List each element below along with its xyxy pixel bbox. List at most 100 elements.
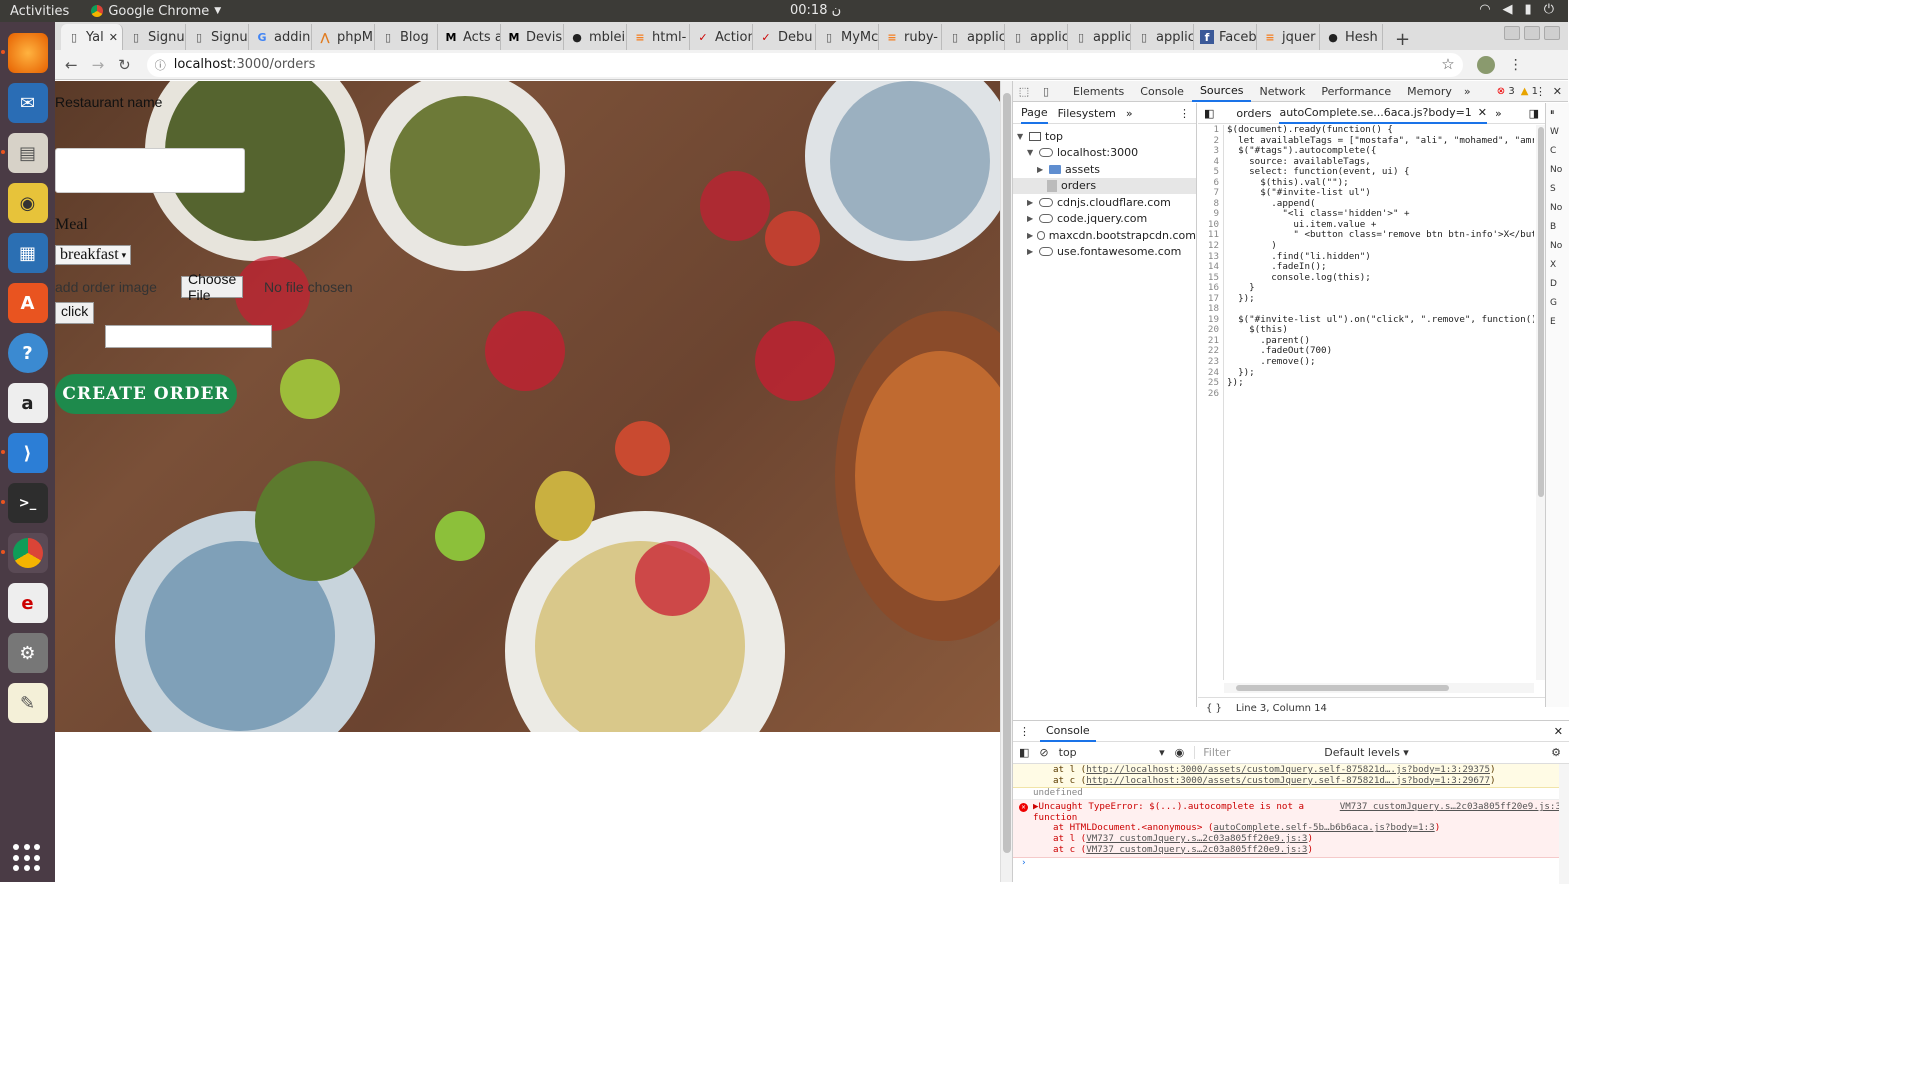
stack-link[interactable]: VM737 customJquery.s…2c03a805ff20e9.js:3 xyxy=(1086,833,1307,844)
sidebar-section[interactable]: No xyxy=(1546,236,1569,255)
thunderbird-icon[interactable]: ✉ xyxy=(7,83,48,123)
browser-tab[interactable]: ● Hesh xyxy=(1320,24,1383,50)
tags-input[interactable] xyxy=(105,325,272,348)
browser-tab[interactable]: ▯ Blog xyxy=(375,24,438,50)
sidebar-section[interactable]: X xyxy=(1546,255,1569,274)
context-select[interactable]: top ▾ xyxy=(1059,746,1165,759)
pretty-print-icon[interactable]: { } xyxy=(1206,703,1222,714)
line-number[interactable]: 1 xyxy=(1198,125,1219,136)
text-editor-icon[interactable]: ✎ xyxy=(7,683,48,723)
tree-item-orders[interactable]: orders xyxy=(1013,177,1196,194)
more-tabs-icon[interactable]: » xyxy=(1495,107,1502,120)
minimize-button[interactable] xyxy=(1504,26,1520,40)
browser-tab[interactable]: ✓ Action xyxy=(690,24,753,50)
eye-icon[interactable]: ◉ xyxy=(1175,746,1185,759)
stack-link[interactable]: http://localhost:3000/assets/customJquer… xyxy=(1086,775,1490,786)
create-order-button[interactable]: CREATE ORDER xyxy=(55,374,237,414)
devtools-menu-icon[interactable]: ⋮ xyxy=(1535,85,1546,98)
page-scrollbar[interactable] xyxy=(1000,81,1012,882)
inspect-icon[interactable]: ⬚ xyxy=(1013,85,1035,98)
browser-tab[interactable]: Gaddin xyxy=(249,24,312,50)
click-button[interactable]: click xyxy=(55,302,95,324)
sidebar-section[interactable]: No xyxy=(1546,198,1569,217)
app-menu[interactable]: Google Chrome ▼ xyxy=(91,4,221,19)
tree-item-bootstrap[interactable]: ▶ maxcdn.bootstrapcdn.com xyxy=(1013,227,1196,244)
pdf-viewer-icon[interactable]: e xyxy=(7,583,48,623)
vscode-icon[interactable]: ⟩ xyxy=(0,433,48,473)
stack-link[interactable]: autoComplete.self-5b…b6b6aca.js?body=1:3 xyxy=(1213,822,1434,834)
browser-tab[interactable]: ● mblei xyxy=(564,24,627,50)
panel-tab-network[interactable]: Network xyxy=(1251,81,1313,102)
editor-hscrollbar[interactable] xyxy=(1224,683,1534,693)
close-drawer-icon[interactable]: ✕ xyxy=(1554,725,1563,738)
sidebar-toggle-icon[interactable]: ◧ xyxy=(1019,746,1029,759)
browser-tab[interactable]: ≡ jquer xyxy=(1257,24,1320,50)
panel-tab-performance[interactable]: Performance xyxy=(1313,81,1399,102)
back-icon[interactable]: ← xyxy=(65,56,78,74)
writer-icon[interactable]: ▦ xyxy=(7,233,48,273)
line-number[interactable]: 12 xyxy=(1198,240,1219,252)
panel-tab-elements[interactable]: Elements xyxy=(1065,81,1132,102)
line-number[interactable]: 26 xyxy=(1198,388,1219,400)
panel-tab-console[interactable]: Console xyxy=(1132,81,1192,102)
browser-tab[interactable]: M Acts a xyxy=(438,24,501,50)
sidebar-section[interactable]: B xyxy=(1546,217,1569,236)
editor-tab-autocomplete[interactable]: autoComplete.se...6aca.js?body=1 ✕ xyxy=(1279,102,1488,124)
stack-link[interactable]: VM737 customJquery.s…2c03a805ff20e9.js:3 xyxy=(1086,844,1307,855)
browser-tab[interactable]: ▯ applic xyxy=(1131,24,1194,50)
software-center-icon[interactable]: A xyxy=(7,283,48,323)
settings-icon[interactable]: ⚙ xyxy=(7,633,48,673)
panel-tab-memory[interactable]: Memory xyxy=(1399,81,1460,102)
address-bar[interactable]: ⓘ localhost:3000/orders ☆ xyxy=(146,52,1463,77)
reload-icon[interactable]: ↻ xyxy=(118,56,131,74)
browser-tab[interactable]: f Faceb xyxy=(1194,24,1257,50)
browser-tab[interactable]: ⋀ phpM xyxy=(312,24,375,50)
issue-counters[interactable]: ⊗ 3 ▲ 1 xyxy=(1497,86,1538,97)
stack-link[interactable]: http://localhost:3000/assets/customJquer… xyxy=(1086,764,1490,775)
console-settings-icon[interactable]: ⚙ xyxy=(1551,746,1561,759)
console-filter-input[interactable]: Filter xyxy=(1194,746,1314,759)
browser-tab[interactable]: ▯ Yal ✕ xyxy=(61,24,123,50)
more-panels-icon[interactable]: » xyxy=(1460,85,1471,98)
console-prompt[interactable]: › xyxy=(1013,857,1569,872)
browser-tab[interactable]: ▯ Signu xyxy=(123,24,186,50)
choose-file-button[interactable]: Choose File xyxy=(181,271,244,303)
sidebar-section[interactable]: C xyxy=(1546,141,1569,160)
new-tab-button[interactable]: + xyxy=(1395,29,1410,50)
meal-select[interactable]: breakfast ▾ xyxy=(55,245,132,265)
editor-tab-orders[interactable]: orders xyxy=(1236,107,1271,120)
browser-tab[interactable]: ▯ Signu xyxy=(186,24,249,50)
browser-tab[interactable]: ▯ applic xyxy=(942,24,1005,50)
code-area[interactable]: 1 2 3 4 5 6 7 8 9 10 11 12 13 14 15 16 17 18 19 20 21 22 23 24 2… xyxy=(1198,125,1534,680)
console-scrollbar[interactable] xyxy=(1559,764,1569,884)
terminal-icon[interactable]: >_ xyxy=(0,483,48,523)
chrome-menu-icon[interactable]: ⋮ xyxy=(1509,57,1523,73)
close-window-button[interactable] xyxy=(1544,26,1560,40)
tab-filesystem[interactable]: Filesystem xyxy=(1058,107,1116,120)
firefox-icon[interactable] xyxy=(0,33,48,73)
device-toggle-icon[interactable]: ▯ xyxy=(1035,85,1057,98)
panel-tab-sources[interactable]: Sources xyxy=(1191,81,1252,102)
browser-tab[interactable]: ▯ applic xyxy=(1068,24,1131,50)
sidebar-section[interactable]: No xyxy=(1546,160,1569,179)
browser-tab[interactable]: M Devis xyxy=(501,24,564,50)
sidebar-section[interactable]: D xyxy=(1546,274,1569,293)
show-apps-icon[interactable] xyxy=(13,844,41,872)
restaurant-name-input[interactable] xyxy=(55,148,245,193)
clock[interactable]: 00:18 ن xyxy=(790,3,841,18)
tree-item-top[interactable]: ▼ top xyxy=(1013,128,1196,145)
navigator-menu-icon[interactable]: ⋮ xyxy=(1179,107,1190,120)
files-icon[interactable]: ▤ xyxy=(0,133,48,173)
maximize-button[interactable] xyxy=(1524,26,1540,40)
help-icon[interactable]: ? xyxy=(7,333,48,373)
close-tab-icon[interactable]: ✕ xyxy=(109,31,118,44)
tree-item-jquery[interactable]: ▶ code.jquery.com xyxy=(1013,211,1196,228)
tree-item-assets[interactable]: ▶ assets xyxy=(1013,161,1196,178)
more-tabs-icon[interactable]: » xyxy=(1126,107,1133,120)
sidebar-section[interactable]: G xyxy=(1546,293,1569,312)
tree-item-localhost[interactable]: ▼ localhost:3000 xyxy=(1013,145,1196,162)
browser-tab[interactable]: ≡ ruby- xyxy=(879,24,942,50)
toggle-debugger-icon[interactable]: ◨ xyxy=(1529,107,1539,120)
system-tray[interactable]: ◠ ◀ ▮ ⏻ xyxy=(1479,2,1554,17)
clear-console-icon[interactable]: ⊘ xyxy=(1039,746,1048,759)
